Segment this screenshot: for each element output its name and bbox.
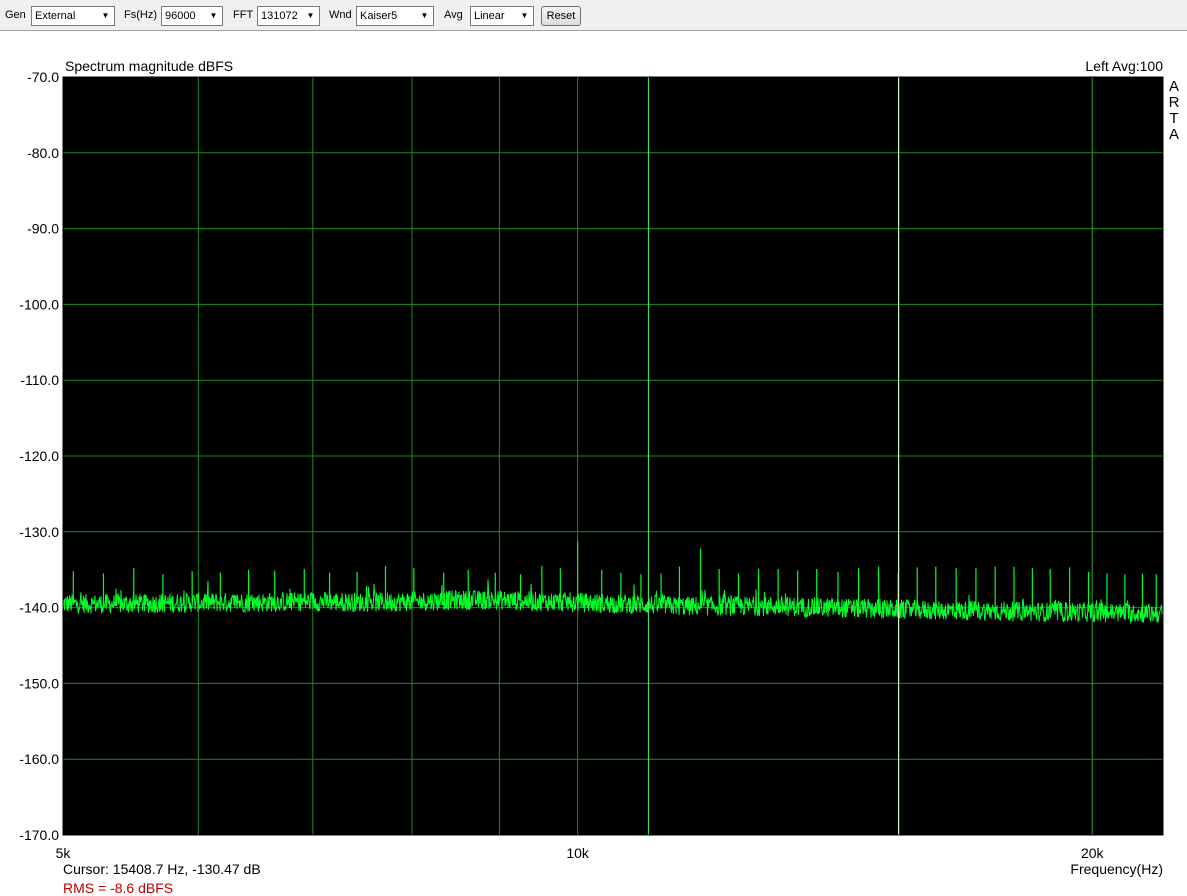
y-tick-label: -170.0	[19, 827, 59, 843]
watermark-letter: A	[1169, 126, 1179, 143]
avg-label: Avg	[444, 9, 463, 21]
x-axis-label: Frequency(Hz)	[1070, 861, 1163, 877]
avg-select[interactable]: Linear ▼	[470, 6, 534, 26]
x-tick-label: 20k	[1081, 845, 1105, 861]
avg-select-value: Linear	[474, 10, 505, 22]
x-tick-label: 5k	[56, 845, 72, 861]
y-tick-label: -150.0	[19, 675, 59, 691]
chevron-down-icon: ▼	[420, 11, 429, 20]
chevron-down-icon: ▼	[209, 11, 218, 20]
spectrum-chart-svg: -70.0 -80.0 -90.0 -100.0 -110.0 -120.0 -130.0 -…	[19, 58, 1180, 896]
y-tick-label: -120.0	[19, 448, 59, 464]
y-tick-label: -80.0	[27, 145, 59, 161]
channel-avg-label: Left Avg:100	[1085, 58, 1163, 74]
chevron-down-icon: ▼	[101, 11, 110, 20]
fft-select[interactable]: 131072 ▼	[257, 6, 320, 26]
wnd-select[interactable]: Kaiser5 ▼	[356, 6, 434, 26]
wnd-label: Wnd	[329, 9, 352, 21]
spectrum-chart: -70.0 -80.0 -90.0 -100.0 -110.0 -120.0 -130.0 -…	[0, 31, 1187, 896]
watermark-letter: A	[1169, 78, 1179, 95]
chevron-down-icon: ▼	[520, 11, 529, 20]
fs-select-value: 96000	[165, 10, 196, 22]
reset-button[interactable]: Reset	[541, 6, 581, 26]
watermark-letter: R	[1169, 94, 1180, 111]
fft-label: FFT	[233, 9, 254, 21]
toolbar: Gen External ▼ Fs(Hz) 96000 ▼ FFT 131072…	[0, 0, 1187, 31]
y-tick-label: -70.0	[27, 69, 59, 85]
chevron-down-icon: ▼	[306, 11, 315, 20]
rms-readout: RMS = -8.6 dBFS	[63, 880, 173, 896]
gen-select-value: External	[35, 10, 76, 22]
y-tick-label: -110.0	[20, 372, 59, 388]
fs-select[interactable]: 96000 ▼	[161, 6, 223, 26]
y-tick-label: -100.0	[19, 296, 59, 312]
fft-select-value: 131072	[261, 10, 298, 22]
y-tick-label: -90.0	[27, 221, 59, 237]
wnd-select-value: Kaiser5	[360, 10, 398, 22]
watermark-letter: T	[1169, 110, 1178, 127]
y-tick-label: -160.0	[19, 751, 59, 767]
chart-title: Spectrum magnitude dBFS	[65, 58, 233, 74]
x-tick-label: 10k	[566, 845, 590, 861]
cursor-readout: Cursor: 15408.7 Hz, -130.47 dB	[63, 861, 261, 877]
gen-label: Gen	[5, 9, 26, 21]
y-tick-label: -140.0	[19, 600, 59, 616]
gen-select[interactable]: External ▼	[31, 6, 115, 26]
fs-label: Fs(Hz)	[124, 9, 157, 21]
y-tick-label: -130.0	[19, 524, 59, 540]
